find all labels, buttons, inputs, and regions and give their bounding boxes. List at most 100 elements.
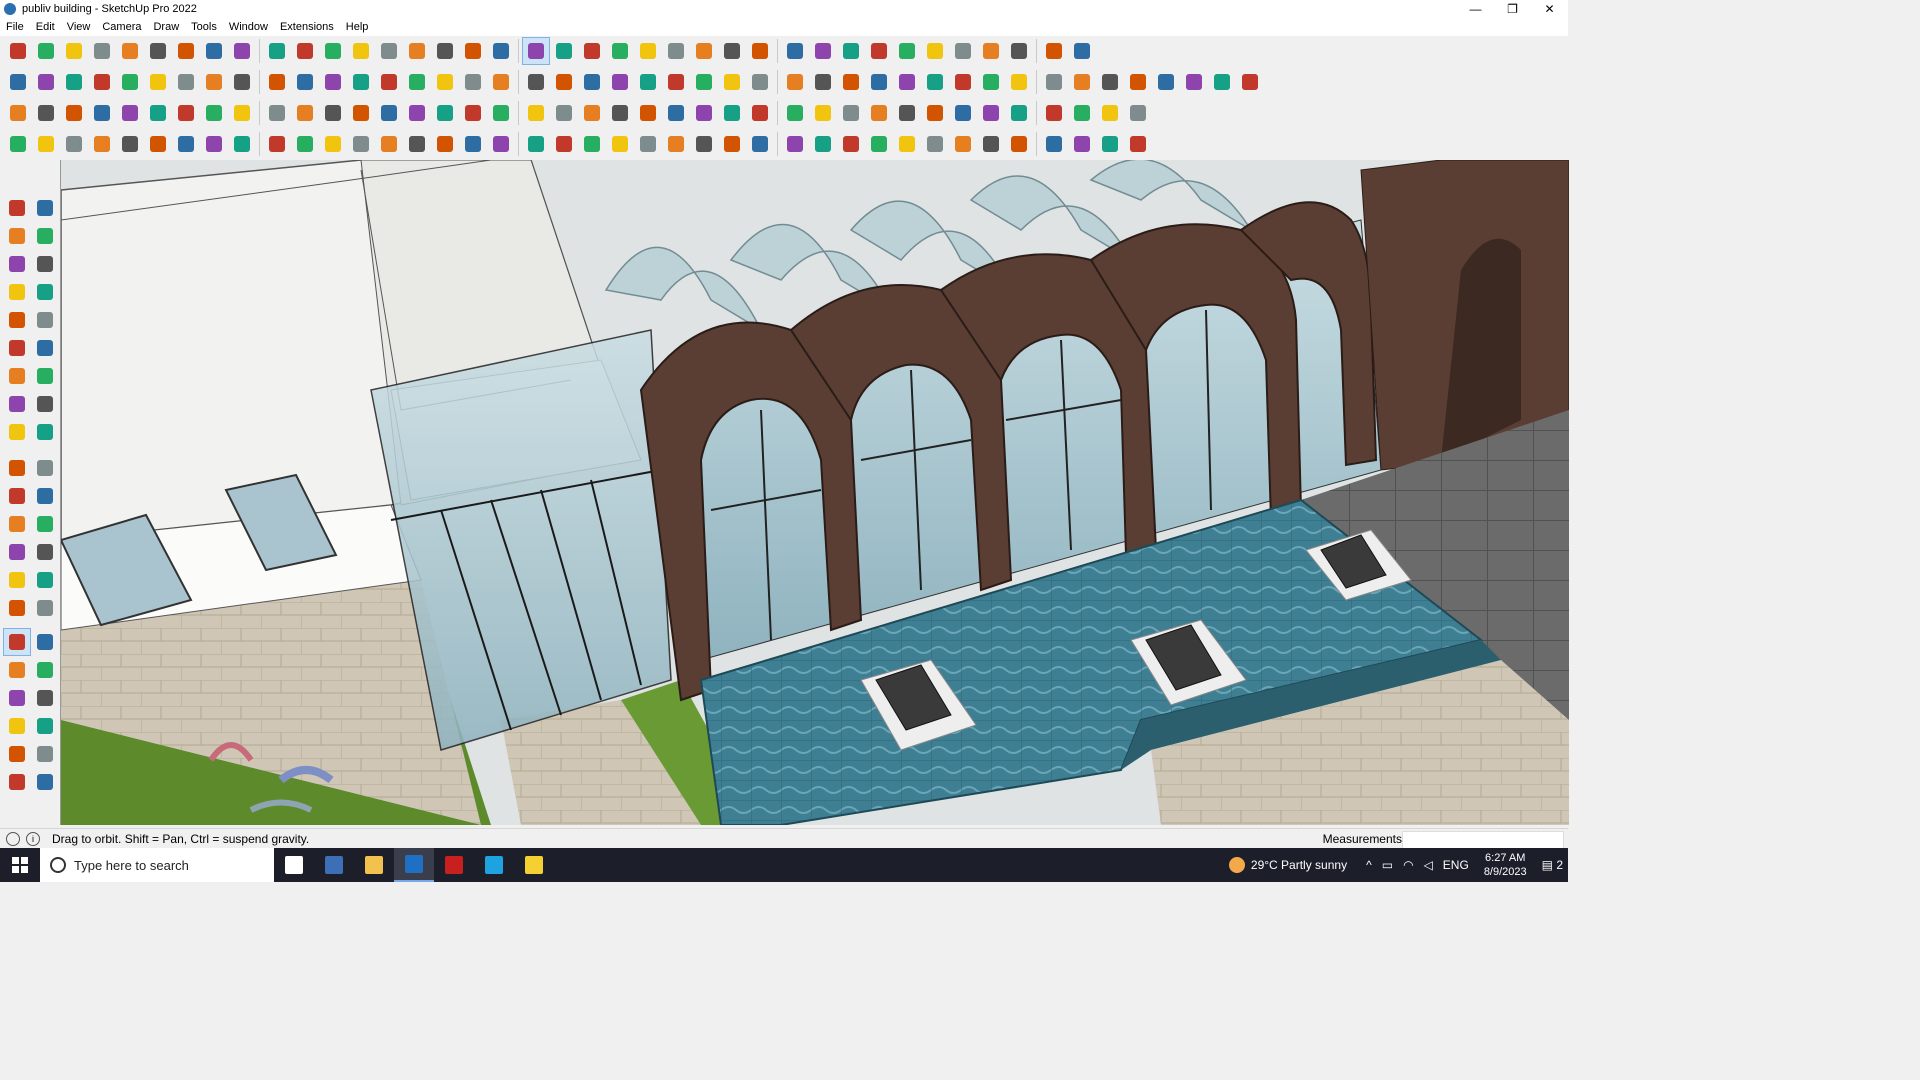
toolbar-tool-icon[interactable] xyxy=(488,69,514,95)
toolbar-tool-icon[interactable] xyxy=(320,69,346,95)
toolbar-tool-icon[interactable] xyxy=(810,131,836,157)
toolbar-tool-icon[interactable] xyxy=(810,38,836,64)
toolbar-tool-icon[interactable] xyxy=(229,38,255,64)
toolbar-tool-icon[interactable] xyxy=(488,38,514,64)
toolbar-tool-icon[interactable] xyxy=(117,38,143,64)
toolbar-tool-icon[interactable] xyxy=(376,38,402,64)
toolbar-tool-icon[interactable] xyxy=(551,69,577,95)
toolbar-tool-icon[interactable] xyxy=(1041,131,1067,157)
toolbar-tool-icon[interactable] xyxy=(432,131,458,157)
toolbar-tool-icon[interactable] xyxy=(866,38,892,64)
toolbar-tool-icon[interactable] xyxy=(432,38,458,64)
toolbar-tool-icon[interactable] xyxy=(348,100,374,126)
toolbar-tool-icon[interactable] xyxy=(376,100,402,126)
toolbar-tool-icon[interactable] xyxy=(978,69,1004,95)
toolbar-tool-icon[interactable] xyxy=(607,69,633,95)
toolbar-tool-icon[interactable] xyxy=(635,100,661,126)
toolbar-tool-icon[interactable] xyxy=(1153,69,1179,95)
toolbar-tool-icon[interactable] xyxy=(229,100,255,126)
toolbar-tool-icon[interactable] xyxy=(173,38,199,64)
toolbar-tool-icon[interactable] xyxy=(5,38,31,64)
toolbar-tool-icon[interactable] xyxy=(145,38,171,64)
toolbar-tool-icon[interactable] xyxy=(866,100,892,126)
toolbar-tool-icon[interactable] xyxy=(376,69,402,95)
toolbar-tool-icon[interactable] xyxy=(607,38,633,64)
toolbar-tool-icon[interactable] xyxy=(5,100,31,126)
sticky-notes-taskbar-button[interactable] xyxy=(514,848,554,882)
toolbar-tool-icon[interactable] xyxy=(404,38,430,64)
toolbar-tool-icon[interactable] xyxy=(201,100,227,126)
toolbar-tool-icon[interactable] xyxy=(404,69,430,95)
menu-edit[interactable]: Edit xyxy=(30,21,61,33)
toolbar-tool-icon[interactable] xyxy=(866,69,892,95)
toolbar-tool-icon[interactable] xyxy=(607,100,633,126)
toolbar-tool-icon[interactable] xyxy=(348,69,374,95)
toolbar-tool-icon[interactable] xyxy=(838,69,864,95)
tool-button[interactable] xyxy=(4,251,30,277)
toolbar-tool-icon[interactable] xyxy=(201,69,227,95)
toolbar-tool-icon[interactable] xyxy=(978,131,1004,157)
tool-button[interactable] xyxy=(4,769,30,795)
menu-file[interactable]: File xyxy=(0,21,30,33)
toolbar-tool-icon[interactable] xyxy=(33,38,59,64)
toolbar-tool-icon[interactable] xyxy=(523,69,549,95)
toolbar-tool-icon[interactable] xyxy=(5,131,31,157)
toolbar-tool-icon[interactable] xyxy=(1097,69,1123,95)
toolbar-tool-icon[interactable] xyxy=(607,131,633,157)
toolbar-tool-icon[interactable] xyxy=(1125,131,1151,157)
chevron-up-icon[interactable]: ^ xyxy=(1366,858,1372,872)
notification-icon[interactable]: ▤ 2 xyxy=(1542,858,1563,872)
toolbar-tool-icon[interactable] xyxy=(292,38,318,64)
toolbar-tool-icon[interactable] xyxy=(719,38,745,64)
toolbar-tool-icon[interactable] xyxy=(460,131,486,157)
tool-button[interactable] xyxy=(32,657,58,683)
toolbar-tool-icon[interactable] xyxy=(432,69,458,95)
toolbar-tool-icon[interactable] xyxy=(894,131,920,157)
toolbar-tool-icon[interactable] xyxy=(523,131,549,157)
toolbar-tool-icon[interactable] xyxy=(691,131,717,157)
toolbar-tool-icon[interactable] xyxy=(782,69,808,95)
toolbar-tool-icon[interactable] xyxy=(1006,69,1032,95)
toolbar-tool-icon[interactable] xyxy=(579,131,605,157)
tool-button[interactable] xyxy=(4,195,30,221)
tool-button[interactable] xyxy=(32,567,58,593)
toolbar-tool-icon[interactable] xyxy=(579,38,605,64)
tool-button[interactable] xyxy=(4,595,30,621)
menu-view[interactable]: View xyxy=(61,21,97,33)
tool-button[interactable] xyxy=(4,511,30,537)
toolbar-tool-icon[interactable] xyxy=(523,100,549,126)
toolbar-tool-icon[interactable] xyxy=(348,131,374,157)
tool-button[interactable] xyxy=(4,391,30,417)
toolbar-tool-icon[interactable] xyxy=(173,100,199,126)
toolbar-tool-icon[interactable] xyxy=(551,100,577,126)
toolbar-tool-icon[interactable] xyxy=(33,100,59,126)
toolbar-tool-icon[interactable] xyxy=(61,69,87,95)
toolbar-tool-icon[interactable] xyxy=(978,38,1004,64)
toolbar-tool-icon[interactable] xyxy=(635,38,661,64)
toolbar-tool-icon[interactable] xyxy=(1069,69,1095,95)
toolbar-tool-icon[interactable] xyxy=(376,131,402,157)
model-scene[interactable] xyxy=(61,160,1569,825)
toolbar-tool-icon[interactable] xyxy=(1006,38,1032,64)
toolbar-tool-icon[interactable] xyxy=(1097,100,1123,126)
toolbar-tool-icon[interactable] xyxy=(978,100,1004,126)
maximize-button[interactable]: ❐ xyxy=(1494,0,1531,18)
toolbar-tool-icon[interactable] xyxy=(838,38,864,64)
tool-button[interactable] xyxy=(32,391,58,417)
toolbar-tool-icon[interactable] xyxy=(866,131,892,157)
toolbar-tool-icon[interactable] xyxy=(663,100,689,126)
toolbar-tool-icon[interactable] xyxy=(404,131,430,157)
tool-button[interactable] xyxy=(32,629,58,655)
toolbar-tool-icon[interactable] xyxy=(782,100,808,126)
toolbar-tool-icon[interactable] xyxy=(264,69,290,95)
tool-button[interactable] xyxy=(32,279,58,305)
toolbar-tool-icon[interactable] xyxy=(1041,100,1067,126)
tool-button[interactable] xyxy=(4,307,30,333)
geo-location-icon[interactable] xyxy=(6,832,20,846)
toolbar-tool-icon[interactable] xyxy=(117,131,143,157)
menu-tools[interactable]: Tools xyxy=(185,21,223,33)
toolbar-tool-icon[interactable] xyxy=(950,100,976,126)
edge-taskbar-button[interactable] xyxy=(474,848,514,882)
sketchup-taskbar-button[interactable] xyxy=(394,848,434,882)
toolbar-tool-icon[interactable] xyxy=(33,69,59,95)
